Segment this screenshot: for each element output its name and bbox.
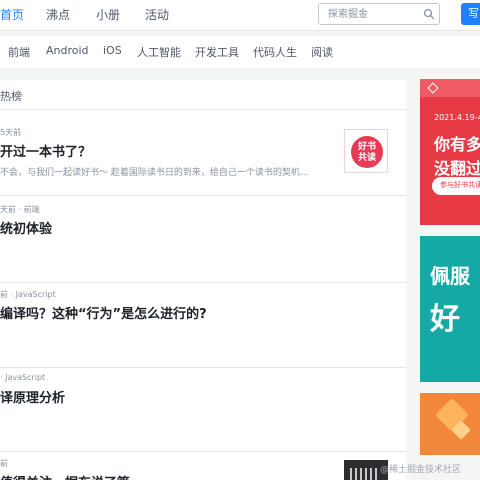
article-title[interactable]: 统初体验 [0,218,52,237]
ad-headline-2: 没翻过 [434,159,480,178]
divider [0,367,406,368]
category-android[interactable]: Android [46,44,89,57]
thumb-line2: 共读 [357,153,376,163]
article-abstract: 不会，与我们一起读好书～ 趁着国际读书日的到来，给自己一个读书的契机... [0,168,309,178]
feed-header: 热榜 [0,80,406,110]
article-meta: 前 · JavaScript [0,290,56,299]
article-item[interactable]: · JavaScript 译原理分析 [0,373,406,453]
thumbnail-graphic [350,468,380,480]
nav-events[interactable]: 活动 [145,6,169,23]
article-meta: 天前 · 前端 [0,205,40,214]
article-item[interactable]: 天前 · 前端 统初体验 [0,204,406,284]
ad-join-label: 参与好书共读 [440,181,480,189]
divider [0,451,406,452]
nav-pins[interactable]: 沸点 [46,6,70,23]
thumb-line1: 好书 [357,142,376,152]
article-meta: · JavaScript [0,373,46,382]
divider [0,195,406,196]
sidebar-ad-teal[interactable]: 佩服 好 [420,236,480,382]
top-header: 首页 沸点 小册 活动 写 [0,0,480,31]
ad-brand-strip [420,79,480,97]
juejin-logo-icon [427,82,439,94]
category-code-life[interactable]: 代码人生 [253,44,297,60]
search-box [318,3,440,25]
article-item[interactable]: 5天前 开过一本书了？ 不会，与我们一起读好书～ 趁着国际读书日的到来，给自己一… [0,127,406,197]
write-button[interactable]: 写 [461,3,480,25]
ad-date: 2021.4.19-4. [434,113,480,122]
article-feed: 热榜 5天前 开过一本书了？ 不会，与我们一起读好书～ 趁着国际读书日的到来，给… [0,80,406,480]
divider [0,282,406,283]
article-title[interactable]: 译原理分析 [0,387,65,406]
article-title[interactable]: 值得关注，据东说了篇 [0,472,130,480]
ad-headline-2: 好 [430,302,460,337]
search-input[interactable] [319,4,424,24]
book-badge-icon [351,136,383,168]
article-title[interactable]: 开过一本书了？ [0,141,91,160]
ad-headline-1: 你有多 [434,135,480,154]
feed-title[interactable]: 热榜 [0,88,22,104]
ad-headline-1: 佩服 [430,264,470,288]
category-reading[interactable]: 阅读 [311,44,333,60]
category-frontend[interactable]: 前端 [8,44,30,60]
article-title[interactable]: 编译吗？这种“行为”是怎么进行的? [0,303,207,322]
category-devtools[interactable]: 开发工具 [195,44,239,60]
nav-home[interactable]: 首页 [0,6,24,23]
article-thumbnail[interactable]: 好书 共读 [344,129,388,173]
article-meta: 前 [0,459,8,468]
article-item[interactable]: 前 · JavaScript 编译吗？这种“行为”是怎么进行的? [0,289,406,369]
category-ai[interactable]: 人工智能 [137,44,181,60]
article-meta: 5天前 [0,128,22,137]
search-icon[interactable] [423,8,435,20]
sidebar-ad-orange[interactable] [420,393,480,455]
ad-join-button[interactable]: 参与好书共读 [432,177,480,195]
watermark: @稀土掘金技术社区 [380,465,462,475]
category-nav: 前端 Android iOS 人工智能 开发工具 代码人生 阅读 [0,36,480,68]
nav-books[interactable]: 小册 [96,6,120,23]
sidebar-ad-book-event[interactable]: 2021.4.19-4. 你有多 没翻过 参与好书共读 [420,79,480,225]
category-ios[interactable]: iOS [103,44,122,57]
